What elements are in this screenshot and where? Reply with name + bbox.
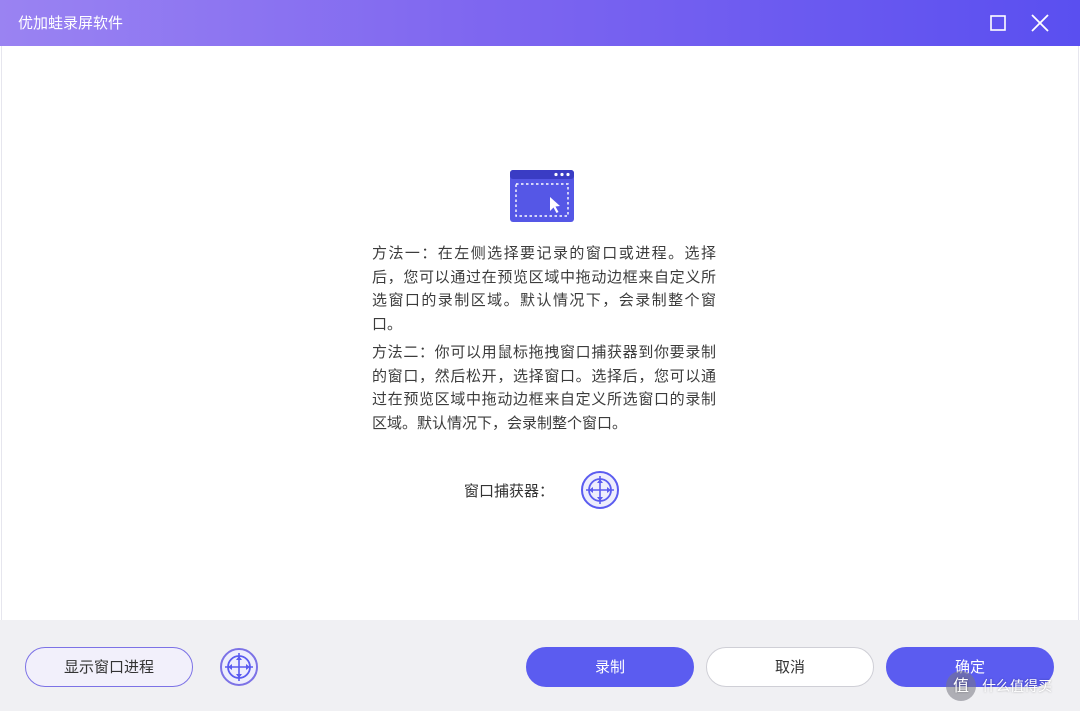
method-two-text: 方法二：你可以用鼠标拖拽窗口捕获器到你要录制的窗口，然后松开，选择窗口。选择后，… (372, 343, 716, 432)
record-button[interactable]: 录制 (526, 647, 694, 687)
close-button[interactable] (1026, 9, 1054, 37)
main-content: 方法一：在左侧选择要记录的窗口或进程。选择后，您可以通过在预览区域中拖动边框来自… (1, 46, 1079, 620)
cancel-button[interactable]: 取消 (706, 647, 874, 687)
watermark-badge: 值 (946, 671, 976, 701)
watermark: 值 什么值得买 (946, 668, 1052, 704)
method-one-text: 方法一：在左侧选择要记录的窗口或进程。选择后，您可以通过在预览区域中拖动边框来自… (372, 244, 716, 333)
window-catcher-label: 窗口捕获器： (464, 482, 555, 500)
instructions: 方法一：在左侧选择要记录的窗口或进程。选择后，您可以通过在预览区域中拖动边框来自… (372, 242, 716, 440)
window-select-icon (510, 170, 574, 222)
close-icon (1031, 14, 1049, 32)
window-title: 优加蛙录屏软件 (18, 14, 124, 32)
crosshair-target-icon[interactable] (219, 647, 259, 687)
crosshair-target-icon[interactable] (580, 470, 620, 510)
footer-bar: 显示窗口进程 录制 取消 确定 (0, 620, 1080, 711)
title-bar: 优加蛙录屏软件 (0, 0, 1080, 46)
maximize-button[interactable] (984, 9, 1012, 37)
watermark-text: 什么值得买 (982, 679, 1052, 695)
show-window-process-button[interactable]: 显示窗口进程 (25, 647, 193, 687)
maximize-icon (990, 15, 1006, 31)
